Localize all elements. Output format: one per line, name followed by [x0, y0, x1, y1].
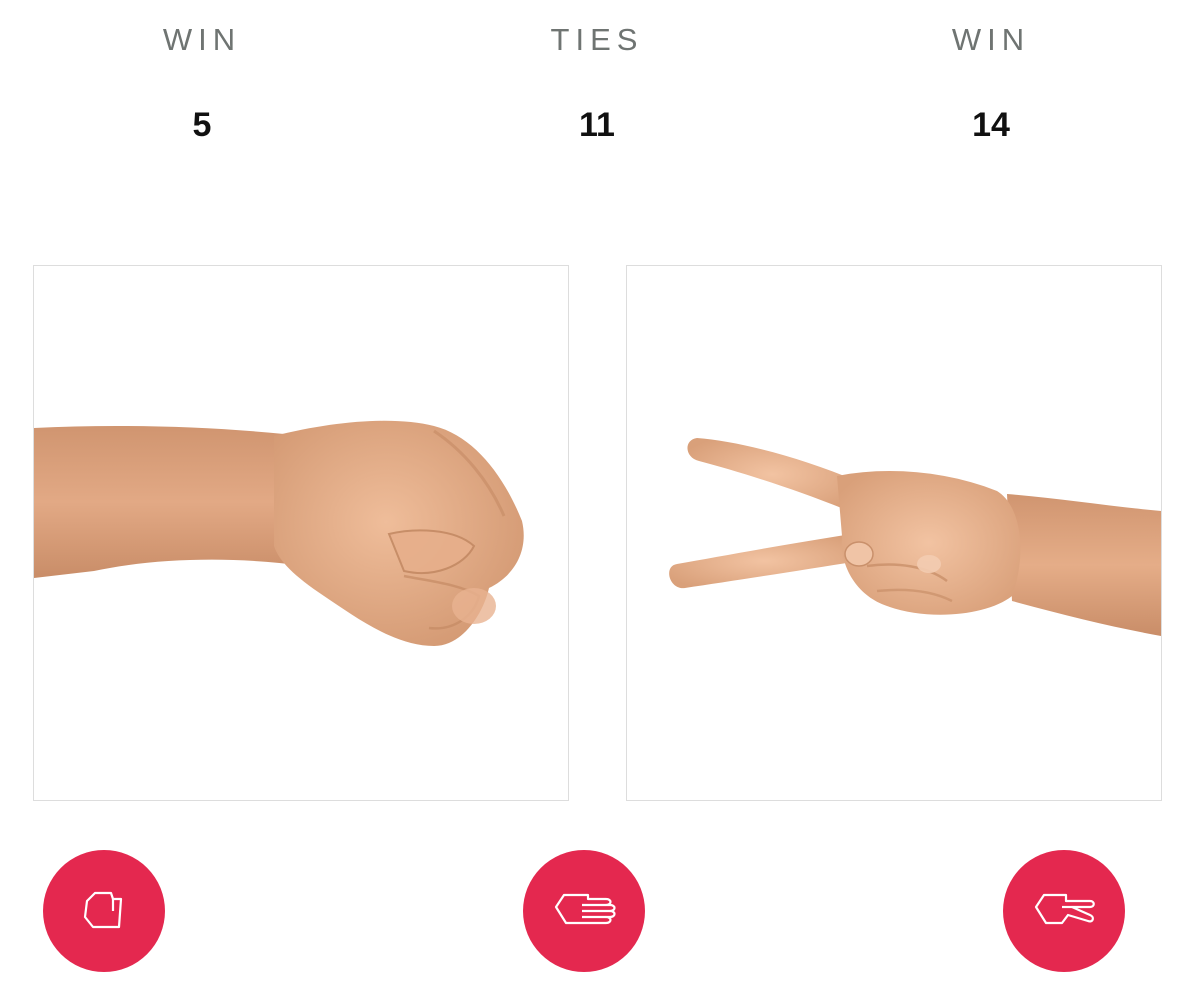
player-win-count: 5 [192, 106, 212, 144]
ties-label: TIES [550, 22, 644, 57]
fist-image [34, 420, 524, 646]
computer-win-label: WIN [951, 22, 1031, 57]
open-hand-icon [552, 889, 616, 933]
computer-hand-panel [626, 265, 1162, 801]
computer-win-count: 14 [972, 106, 1010, 144]
two-fingers-icon [1032, 889, 1096, 933]
rock-button[interactable] [43, 850, 165, 972]
scissors-hand-image [669, 438, 1161, 636]
fist-icon [79, 889, 129, 933]
ties-count: 11 [579, 106, 615, 144]
paper-button[interactable] [523, 850, 645, 972]
scissors-button[interactable] [1003, 850, 1125, 972]
player-win-label: WIN [162, 22, 242, 57]
player-hand-panel [33, 265, 569, 801]
